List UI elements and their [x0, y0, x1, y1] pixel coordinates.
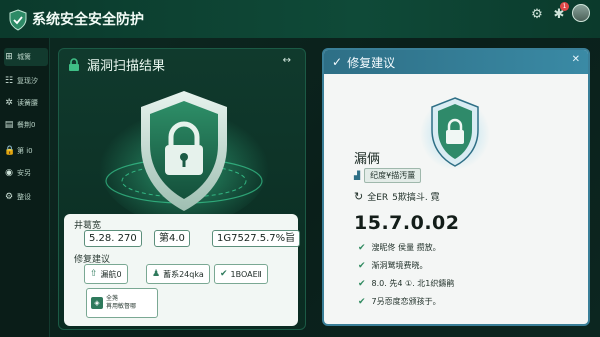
chip-action[interactable]: ✔ 1BOAEⅡ [214, 264, 268, 284]
sidebar: ⊞ 城篱 ☷ 复现汐 ✲ 读簧腰 ▤ 餐荆0 🔒 第 ⅰ0 ◉ 安另 ⚙ 整设 [0, 38, 50, 337]
reco-row-text: 5欺搞斗. 霓 [392, 193, 440, 203]
sidebar-item-label: 整设 [17, 193, 31, 201]
sidebar-item-label: 读簧腰 [17, 99, 38, 107]
reco-row: ▟ 纪度¥描汚薑 [354, 168, 422, 183]
expand-icon[interactable]: ↔ [283, 55, 291, 66]
reco-header: ✓ 修复建议 [324, 50, 588, 74]
shield-logo-icon [9, 9, 27, 31]
eye-icon: ◉ [5, 168, 13, 178]
notification-badge: 1 [560, 2, 569, 11]
upload-icon: ⇧ [90, 269, 98, 279]
check-icon: ✔ [358, 296, 366, 307]
sidebar-item-1[interactable]: ⊞ 城篱 [4, 48, 48, 66]
stat-box: 5.28. 270 [84, 230, 142, 247]
panel-title: 漏洞扫描结果 [87, 59, 166, 74]
document-icon: ▤ [4, 120, 14, 130]
summary-card: 井葛宽 5.28. 270 第4.0 1G7527.5.7%旨 修复建议 ⇧ 漏… [64, 214, 301, 326]
stat-box: 1G7527.5.7%旨 [212, 230, 301, 247]
tile-text: 全荛 苒用敏督哪 [106, 295, 137, 310]
list-icon: ☷ [4, 76, 14, 86]
check-circle-icon: ✔ [220, 269, 228, 279]
lock-icon [69, 57, 79, 71]
sidebar-item-label: 餐荆0 [17, 121, 36, 129]
shield-lock-icon [420, 97, 490, 170]
stat-box: 第4.0 [154, 230, 190, 247]
chip-action[interactable]: ♟ 蓄系24qka [146, 264, 210, 284]
version-number: 15.7.0.02 [354, 212, 460, 234]
chip-label: 1BOAEⅡ [230, 269, 262, 279]
sidebar-item-5[interactable]: 🔒 第 ⅰ0 [4, 142, 48, 160]
recommendations-panel: ✓ 修复建议 ✕ 漏俩 ▟ 纪度¥描汚薑 ↻ 全ER 5欺搞斗. 霓 15.7.… [322, 48, 590, 326]
reco-title: 修复建议 [347, 55, 396, 70]
check-item: ✔ 渐洞鹫境费晓。 [358, 260, 428, 271]
check-icon: ✔ [358, 278, 366, 289]
chip-label: 蓄系24qka [163, 269, 204, 279]
chart-icon: ▟ [354, 171, 361, 180]
check-icon: ✔ [358, 260, 366, 271]
avatar[interactable] [572, 4, 590, 22]
gear-icon[interactable]: ⚙ [528, 6, 546, 24]
sidebar-item-6[interactable]: ◉ 安另 [4, 164, 48, 182]
chip-action[interactable]: ⇧ 漏航0 [84, 264, 128, 284]
action-tile[interactable]: ◈ 全荛 苒用敏督哪 [86, 288, 158, 318]
check-item: ✔ 8.0. 先4 ①. 北1织鑄鹃 [358, 278, 455, 289]
sidebar-item-3[interactable]: ✲ 读簧腰 [4, 94, 48, 112]
lock-icon: 🔒 [4, 146, 16, 156]
grid-icon: ⊞ [5, 52, 13, 62]
check-item: ✔ 溲昵佟 侯量 攒放。 [358, 242, 441, 253]
sidebar-item-4[interactable]: ▤ 餐荆0 [4, 116, 48, 134]
chip-label: 漏航0 [100, 269, 122, 279]
sidebar-item-label: 复现汐 [17, 77, 38, 85]
sidebar-item-label: 安另 [17, 169, 31, 177]
app-title: 系统安全安全防护 [32, 12, 144, 28]
reco-row: ↻ 全ER 5欺搞斗. 霓 [354, 190, 440, 203]
close-icon[interactable]: ✕ [572, 54, 580, 65]
sidebar-item-label: 城篱 [17, 53, 31, 61]
check-item: ✔ 7叧恧度恋颁孩于。 [358, 296, 441, 307]
group-icon: ♟ [152, 269, 161, 279]
shield-lock-icon [99, 91, 269, 225]
bug-icon: ✲ [5, 98, 13, 108]
refresh-icon: ↻ [354, 190, 364, 203]
sidebar-item-2[interactable]: ☷ 复现汐 [4, 72, 48, 90]
reco-row-text: 纪度¥描汚薑 [364, 168, 422, 183]
sidebar-item-label: 第 ⅰ0 [17, 147, 33, 155]
gear-icon: ⚙ [4, 192, 14, 202]
panel-header: 漏洞扫描结果 [67, 55, 165, 74]
title-bar: 系统安全安全防护 ⚙ ✱ 1 [0, 0, 600, 38]
shield-icon: ◈ [91, 297, 103, 309]
sidebar-item-7[interactable]: ⚙ 整设 [4, 188, 48, 206]
check-circle-icon: ✓ [332, 55, 343, 69]
reco-heading: 漏俩 [354, 152, 381, 167]
check-icon: ✔ [358, 242, 366, 253]
reco-row-prefix: 全ER [367, 193, 389, 203]
